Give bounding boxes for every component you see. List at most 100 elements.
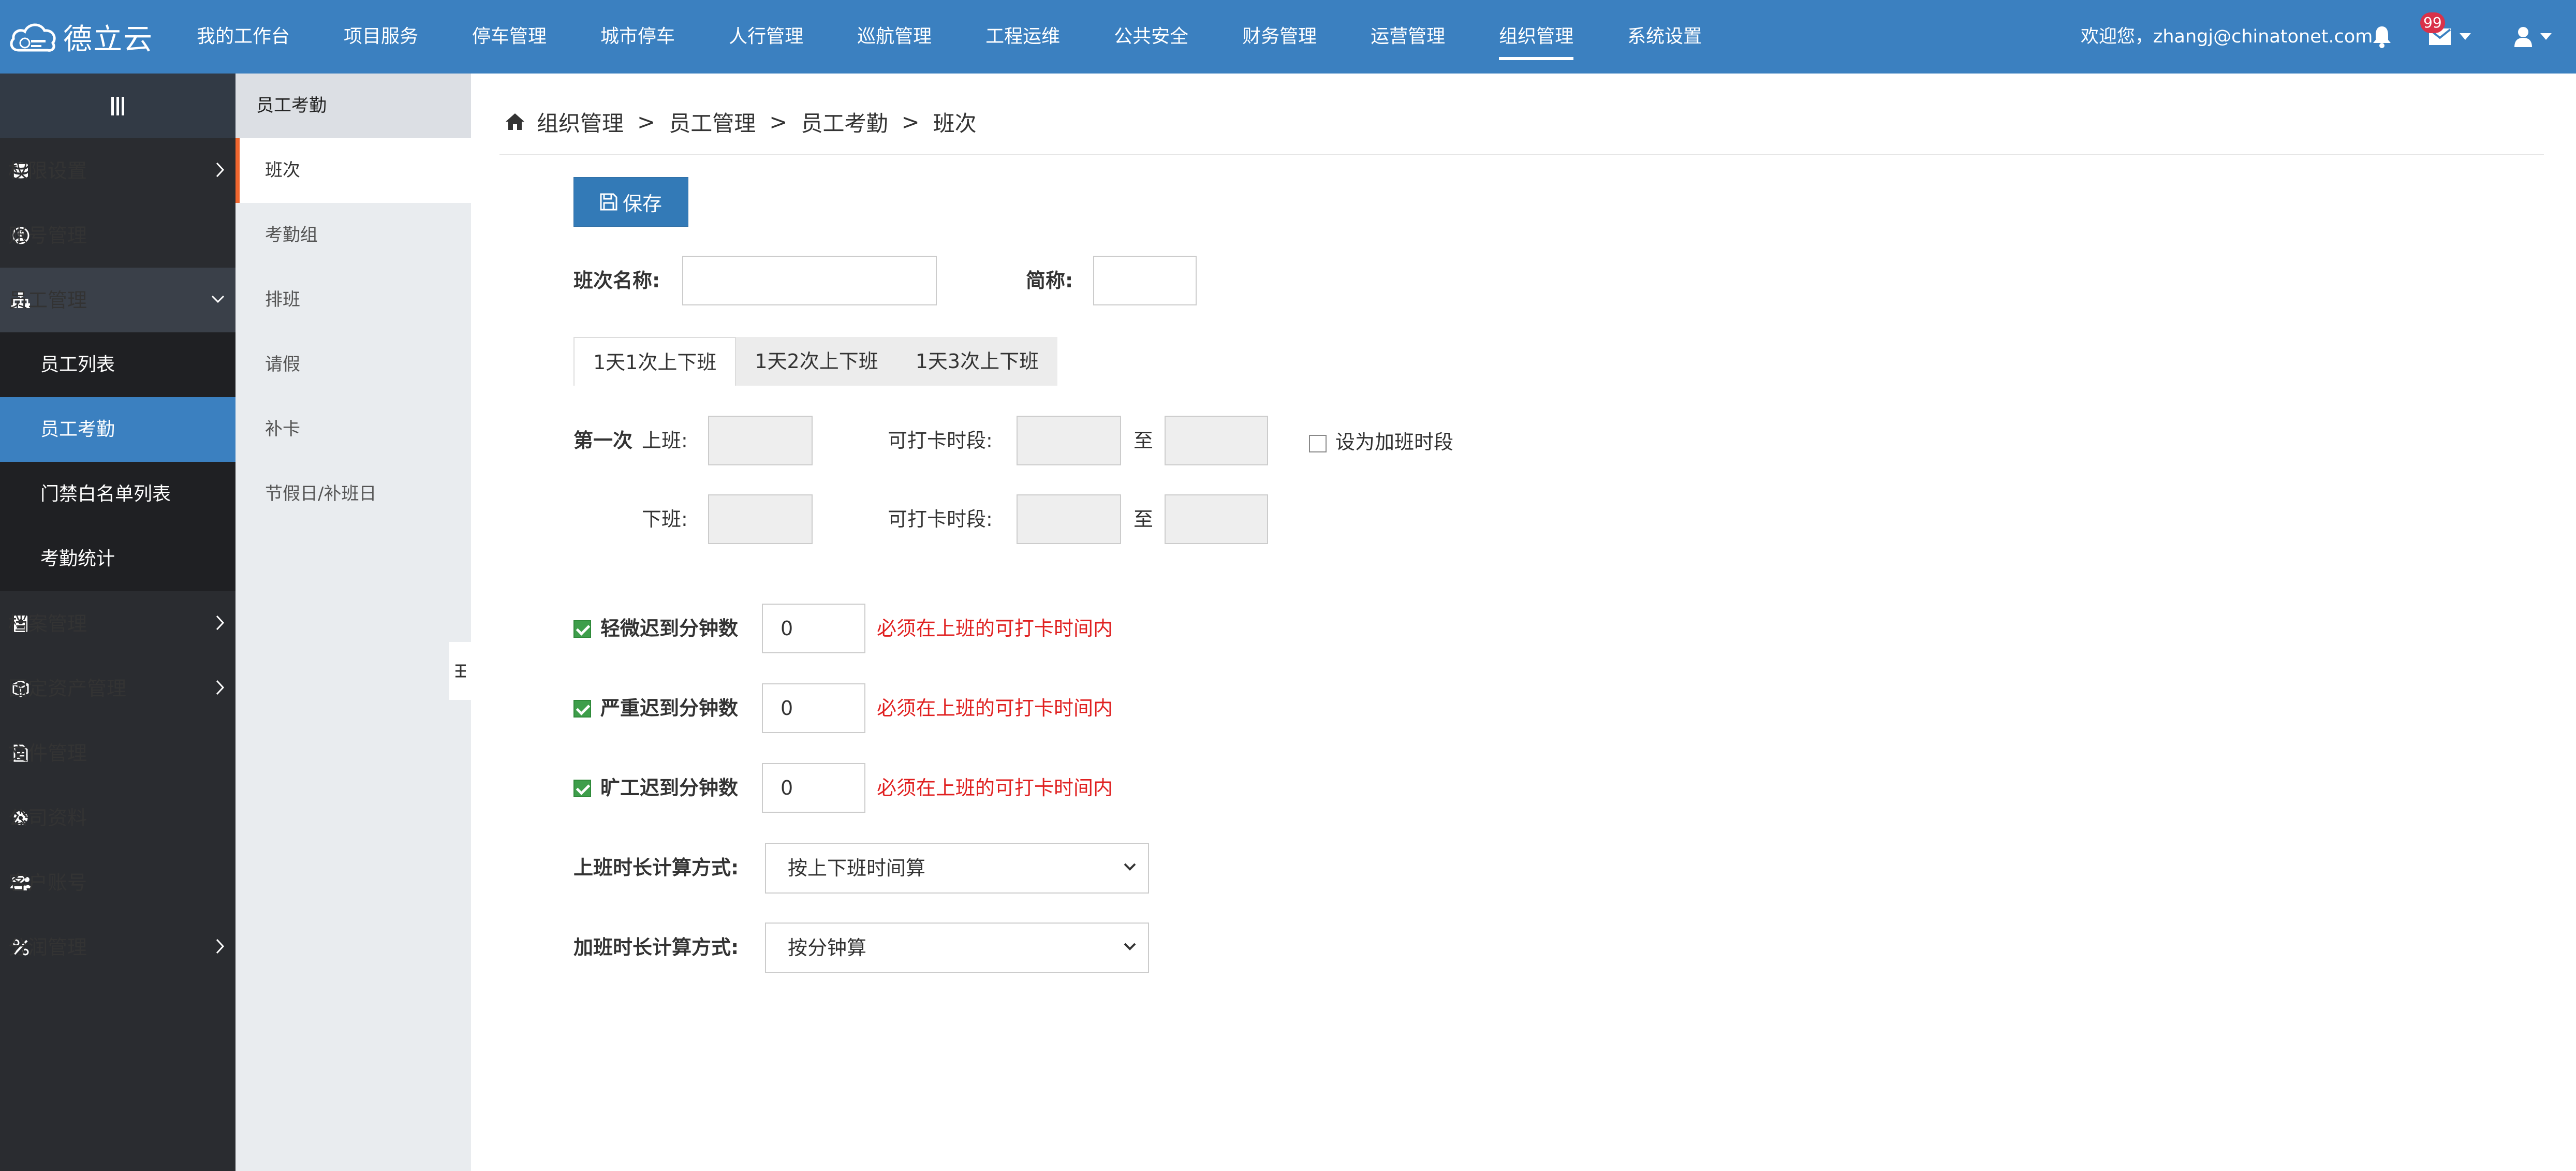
home-icon — [506, 113, 524, 130]
overtime-duration-calc-select[interactable]: 按分钟算 — [765, 923, 1149, 973]
off-duty-window-end-input[interactable] — [1165, 494, 1268, 544]
sidebar-subitem-staff-list[interactable]: 员工列表 — [0, 332, 235, 397]
sidebar-item-staff[interactable]: 员工管理 — [0, 268, 235, 332]
topnav-engineering[interactable]: 工程运维 — [985, 0, 1060, 74]
overtime-duration-calc-label: 加班时长计算方式: — [573, 936, 739, 959]
sidebar-item-accounts[interactable]: 账号管理 — [0, 203, 235, 268]
breadcrumb-current: 班次 — [933, 110, 977, 136]
topnav-city-parking[interactable]: 城市停车 — [600, 0, 675, 74]
chevron-down-icon — [1124, 863, 1136, 871]
subnav-item-makeup-punch[interactable]: 补卡 — [235, 397, 471, 462]
topnav-organization[interactable]: 组织管理 — [1499, 0, 1574, 74]
sidebar-item-archives[interactable]: 档案管理 — [0, 591, 235, 656]
sidebar-toggle-button[interactable] — [0, 74, 235, 138]
topnav-pedestrian[interactable]: 人行管理 — [729, 0, 803, 74]
save-button-label: 保存 — [622, 192, 662, 215]
topnav-operations[interactable]: 运营管理 — [1371, 0, 1445, 74]
chevron-down-icon — [1124, 943, 1136, 950]
user-icon — [2514, 27, 2532, 47]
save-button[interactable]: 保存 — [573, 177, 688, 227]
absence-late-minutes-input[interactable] — [762, 763, 865, 813]
off-duty-window-start-input[interactable] — [1017, 494, 1121, 544]
overtime-checkbox[interactable] — [1309, 435, 1327, 452]
short-name-input[interactable] — [1093, 256, 1197, 305]
chevron-right-icon — [216, 615, 225, 631]
breadcrumb-item[interactable]: 组织管理 — [537, 106, 624, 138]
off-duty-label: 下班: — [642, 508, 688, 531]
breadcrumb: 组织管理 > 员工管理 > 员工考勤 > 班次 — [505, 104, 977, 140]
breadcrumb-item[interactable]: 员工管理 — [669, 106, 756, 138]
sidebar-subitem-access-whitelist[interactable]: 门禁白名单列表 — [0, 462, 235, 526]
bars-icon — [111, 96, 124, 115]
sidebar-item-label: 账号管理 — [8, 224, 87, 247]
off-duty-to-label: 至 — [1134, 508, 1154, 531]
subnav-collapse-handle[interactable] — [449, 642, 472, 700]
breadcrumb-separator: > — [901, 109, 920, 135]
sidebar-item-label: 固定资产管理 — [8, 677, 127, 700]
overtime-duration-calc-value: 按分钟算 — [788, 936, 867, 959]
absence-late-label: 旷工迟到分钟数 — [600, 777, 739, 799]
chevron-down-icon — [211, 295, 225, 303]
collapse-icon — [455, 664, 466, 678]
first-shift-label: 第一次 — [573, 429, 633, 452]
caret-down-icon — [2540, 33, 2552, 40]
sidebar-item-label: 分润管理 — [8, 935, 87, 959]
slight-late-label: 轻微迟到分钟数 — [600, 617, 739, 640]
severe-late-checkbox[interactable] — [573, 700, 591, 718]
subnav-item-scheduling[interactable]: 排班 — [235, 268, 471, 332]
off-duty-punch-window-label: 可打卡时段: — [888, 508, 993, 531]
topnav-workbench[interactable]: 我的工作台 — [197, 0, 290, 74]
absence-late-checkbox[interactable] — [573, 780, 591, 797]
breadcrumb-divider — [499, 154, 2544, 155]
chevron-right-icon — [216, 939, 225, 954]
tab-three-times-a-day[interactable]: 1天3次上下班 — [896, 337, 1058, 386]
topnav-project-service[interactable]: 项目服务 — [344, 0, 418, 74]
topnav-public-safety[interactable]: 公共安全 — [1114, 0, 1188, 74]
severe-late-hint: 必须在上班的可打卡时间内 — [877, 697, 1113, 720]
secondary-sidebar: 员工考勤 班次 考勤组 排班 请假 补卡 节假日/补班日 — [235, 74, 471, 1171]
topnav-patrol[interactable]: 巡航管理 — [857, 0, 932, 74]
subnav-item-leave[interactable]: 请假 — [235, 332, 471, 397]
sidebar-item-fixed-assets[interactable]: 固定资产管理 — [0, 656, 235, 721]
off-duty-time-input[interactable] — [708, 494, 813, 544]
on-duty-time-input[interactable] — [708, 416, 813, 465]
topnav-system-settings[interactable]: 系统设置 — [1627, 0, 1702, 74]
sidebar-item-permissions[interactable]: 权限设置 — [0, 138, 235, 203]
sidebar-item-customer-accounts[interactable]: 客户账号 — [0, 850, 235, 915]
subnav-item-attendance-groups[interactable]: 考勤组 — [235, 203, 471, 268]
overtime-label: 设为加班时段 — [1335, 431, 1454, 453]
slight-late-hint: 必须在上班的可打卡时间内 — [877, 617, 1113, 640]
top-menu: 我的工作台 项目服务 停车管理 城市停车 人行管理 巡航管理 工程运维 公共安全… — [197, 0, 1756, 74]
slight-late-minutes-input[interactable] — [762, 604, 865, 653]
cloud-logo-icon — [10, 23, 56, 52]
tab-twice-a-day[interactable]: 1天2次上下班 — [736, 337, 897, 386]
main-sidebar: 权限设置 账号管理 员工管理 员工列表 员工考勤 门禁白名单列表 考勤统计 档案… — [0, 74, 235, 1171]
on-duty-to-label: 至 — [1134, 429, 1154, 452]
subnav-title: 员工考勤 — [235, 74, 471, 138]
user-menu-dropdown[interactable] — [2514, 25, 2552, 49]
subnav-item-shifts[interactable]: 班次 — [235, 138, 471, 203]
sidebar-item-label: 档案管理 — [8, 612, 87, 635]
on-duty-window-end-input[interactable] — [1165, 416, 1268, 465]
work-duration-calc-select[interactable]: 按上下班时间算 — [765, 843, 1149, 894]
breadcrumb-item[interactable]: 员工考勤 — [801, 106, 888, 138]
sidebar-item-company-info[interactable]: 公司资料 — [0, 785, 235, 850]
subnav-item-holidays[interactable]: 节假日/补班日 — [235, 462, 471, 526]
on-duty-window-start-input[interactable] — [1017, 416, 1121, 465]
message-count-badge: 99 — [2420, 12, 2445, 33]
shift-name-input[interactable] — [682, 256, 937, 305]
app-logo[interactable]: 德立云 — [7, 13, 153, 60]
shift-mode-tabs: 1天1次上下班 1天2次上下班 1天3次上下班 — [573, 337, 1058, 386]
slight-late-checkbox[interactable] — [573, 620, 591, 638]
welcome-text: 欢迎您，zhangj@chinatonet.com — [2081, 26, 2373, 47]
sidebar-subitem-attendance-stats[interactable]: 考勤统计 — [0, 526, 235, 591]
sidebar-item-profit-sharing[interactable]: 分润管理 — [0, 915, 235, 979]
work-duration-calc-value: 按上下班时间算 — [788, 857, 926, 880]
topnav-parking[interactable]: 停车管理 — [472, 0, 547, 74]
sidebar-subitem-attendance[interactable]: 员工考勤 — [0, 397, 235, 462]
sidebar-item-files[interactable]: 文件管理 — [0, 721, 235, 785]
topnav-finance[interactable]: 财务管理 — [1242, 0, 1317, 74]
tab-once-a-day[interactable]: 1天1次上下班 — [573, 337, 737, 386]
notification-button[interactable] — [2372, 25, 2392, 49]
severe-late-minutes-input[interactable] — [762, 683, 865, 733]
